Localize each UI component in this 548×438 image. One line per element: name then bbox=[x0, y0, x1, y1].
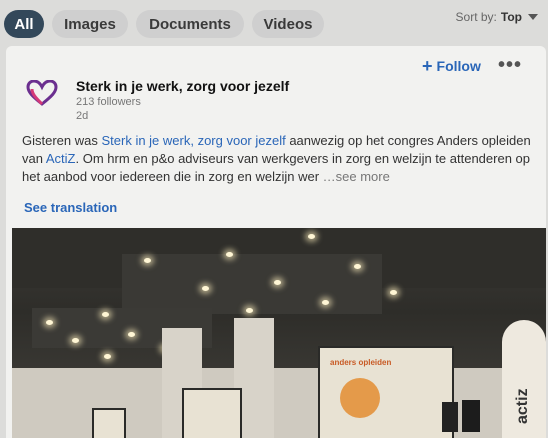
ceiling-light bbox=[128, 332, 135, 337]
see-translation-link[interactable]: See translation bbox=[24, 200, 117, 215]
screen-title: anders opleiden bbox=[330, 358, 392, 367]
post-author[interactable]: Sterk in je werk, zorg voor jezelf bbox=[76, 78, 289, 94]
ceiling-light bbox=[104, 354, 111, 359]
follow-button[interactable]: + Follow bbox=[422, 56, 481, 76]
post-text-part: Gisteren was bbox=[22, 133, 102, 148]
ceiling-light bbox=[354, 264, 361, 269]
event-banner: actiz bbox=[502, 320, 546, 438]
ceiling-light bbox=[308, 234, 315, 239]
projection-screen bbox=[182, 388, 242, 438]
ceiling-light bbox=[274, 280, 281, 285]
sort-label: Sort by: bbox=[455, 10, 497, 24]
follower-count: 213 followers bbox=[76, 96, 141, 108]
chip-videos[interactable]: Videos bbox=[252, 10, 324, 38]
ceiling-light bbox=[202, 286, 209, 291]
see-more-link[interactable]: …see more bbox=[323, 169, 390, 184]
post-card: Sterk in je werk, zorg voor jezelf 213 f… bbox=[6, 46, 546, 438]
screen-graphic bbox=[340, 378, 380, 418]
plus-icon: + bbox=[422, 56, 433, 76]
mention-link[interactable]: Sterk in je werk, zorg voor jezelf bbox=[101, 133, 285, 148]
more-horizontal-icon[interactable]: ••• bbox=[498, 54, 522, 77]
ceiling-light bbox=[246, 308, 253, 313]
heart-logo-icon[interactable] bbox=[26, 80, 58, 106]
speaker bbox=[462, 400, 480, 432]
chevron-down-icon bbox=[528, 14, 538, 20]
ceiling-panel bbox=[122, 254, 382, 314]
ceiling-light bbox=[144, 258, 151, 263]
post-age: 2d bbox=[76, 110, 89, 122]
post-text-part: . Om hrm en p&o adviseurs van werkgevers… bbox=[22, 151, 530, 184]
ceiling-light bbox=[322, 300, 329, 305]
ceiling-light bbox=[390, 290, 397, 295]
projection-screen: anders opleiden bbox=[318, 346, 454, 438]
post-text: Gisteren was Sterk in je werk, zorg voor… bbox=[22, 132, 534, 186]
ceiling-light bbox=[226, 252, 233, 257]
ceiling-light bbox=[72, 338, 79, 343]
ceiling-light bbox=[46, 320, 53, 325]
filter-bar: All Images Documents Videos Sort by: Top bbox=[0, 0, 548, 46]
banner-text: actiz bbox=[514, 388, 531, 424]
ceiling-light bbox=[102, 312, 109, 317]
post-image[interactable]: anders opleiden actiz bbox=[12, 228, 546, 438]
chip-all[interactable]: All bbox=[4, 10, 44, 38]
speaker bbox=[442, 402, 458, 432]
sort-value: Top bbox=[500, 10, 522, 24]
mention-link[interactable]: ActiZ bbox=[46, 151, 76, 166]
chip-images[interactable]: Images bbox=[52, 10, 128, 38]
chip-documents[interactable]: Documents bbox=[136, 10, 244, 38]
sort-control[interactable]: Sort by: Top bbox=[456, 10, 538, 24]
follow-label: Follow bbox=[436, 58, 481, 74]
projection-screen bbox=[92, 408, 126, 438]
